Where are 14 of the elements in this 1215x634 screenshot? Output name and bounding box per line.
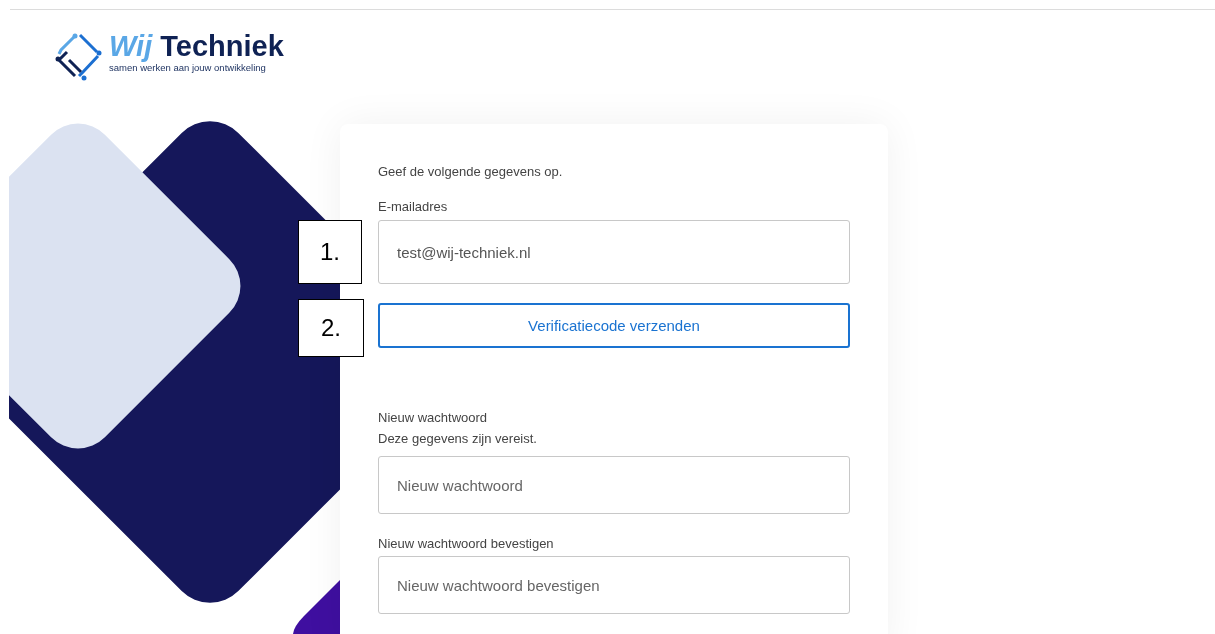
confirm-password-field[interactable]: Nieuw wachtwoord bevestigen: [378, 556, 850, 614]
form-instruction: Geef de volgende gegevens op.: [378, 164, 563, 179]
password-label: Nieuw wachtwoord: [378, 410, 488, 425]
brand-name: Wij Techniek: [109, 30, 284, 62]
confirm-password-label: Nieuw wachtwoord bevestigen: [378, 536, 554, 551]
logo-icon: [55, 32, 103, 82]
email-label: E-mailadres: [378, 199, 448, 214]
password-field[interactable]: Nieuw wachtwoord: [378, 456, 850, 514]
required-hint: Deze gegevens zijn vereist.: [378, 431, 537, 446]
email-field[interactable]: test@wij-techniek.nl: [378, 220, 850, 284]
step-number: 2.: [298, 299, 364, 357]
step-number: 1.: [298, 220, 362, 284]
send-code-button[interactable]: Verificatiecode verzenden: [378, 303, 850, 348]
logo-tagline: samen werken aan jouw ontwikkeling: [109, 62, 267, 73]
